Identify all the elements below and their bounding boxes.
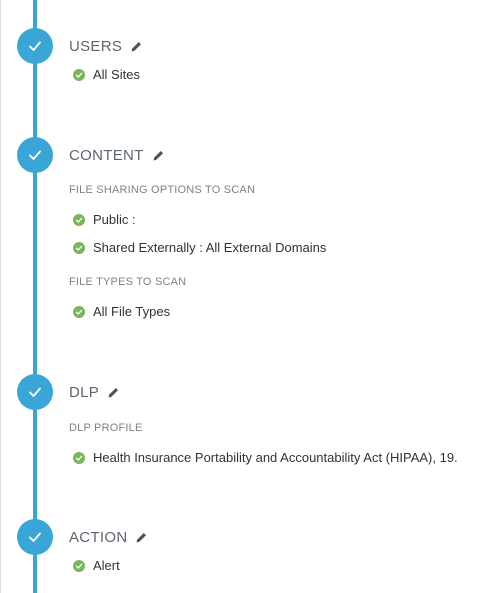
timeline-line: [33, 0, 37, 593]
step-title-text: CONTENT: [69, 147, 144, 164]
check-circle-icon: [73, 213, 85, 226]
item-label: Alert: [93, 558, 120, 573]
edit-content-pencil-icon[interactable]: [152, 149, 165, 162]
item-label: All Sites: [93, 67, 140, 82]
check-circle-icon: [73, 241, 85, 254]
check-circle-icon: [73, 305, 85, 318]
edit-action-pencil-icon[interactable]: [135, 531, 148, 544]
item-label: Public :: [93, 212, 136, 227]
list-item: Public :: [73, 212, 136, 227]
step-action-title: ACTION: [69, 529, 148, 546]
file-sharing-options-heading: FILE SHARING OPTIONS TO SCAN: [69, 184, 256, 196]
item-label: Shared Externally : All External Domains: [93, 240, 327, 255]
step-content-title: CONTENT: [69, 147, 165, 164]
panel-left-border: [0, 0, 1, 593]
step-title-text: USERS: [69, 38, 123, 55]
list-item: All File Types: [73, 304, 170, 319]
edit-users-pencil-icon[interactable]: [130, 40, 143, 53]
step-users-check-icon: [17, 28, 53, 64]
step-action-check-icon: [17, 519, 53, 555]
file-types-heading: FILE TYPES TO SCAN: [69, 276, 187, 288]
step-content-check-icon: [17, 137, 53, 173]
step-dlp-check-icon: [17, 374, 53, 410]
list-item: Health Insurance Portability and Account…: [73, 450, 458, 465]
edit-dlp-pencil-icon[interactable]: [107, 386, 120, 399]
step-title-text: DLP: [69, 384, 100, 401]
list-item: Alert: [73, 558, 120, 573]
step-dlp-title: DLP: [69, 384, 120, 401]
check-circle-icon: [73, 451, 85, 464]
item-label: All File Types: [93, 304, 171, 319]
step-users-title: USERS: [69, 38, 143, 55]
list-item: All Sites: [73, 67, 140, 82]
dlp-profile-heading: DLP PROFILE: [69, 422, 143, 434]
check-circle-icon: [73, 68, 85, 81]
check-circle-icon: [73, 559, 85, 572]
item-label: Health Insurance Portability and Account…: [93, 450, 458, 465]
step-title-text: ACTION: [69, 529, 128, 546]
list-item: Shared Externally : All External Domains: [73, 240, 326, 255]
